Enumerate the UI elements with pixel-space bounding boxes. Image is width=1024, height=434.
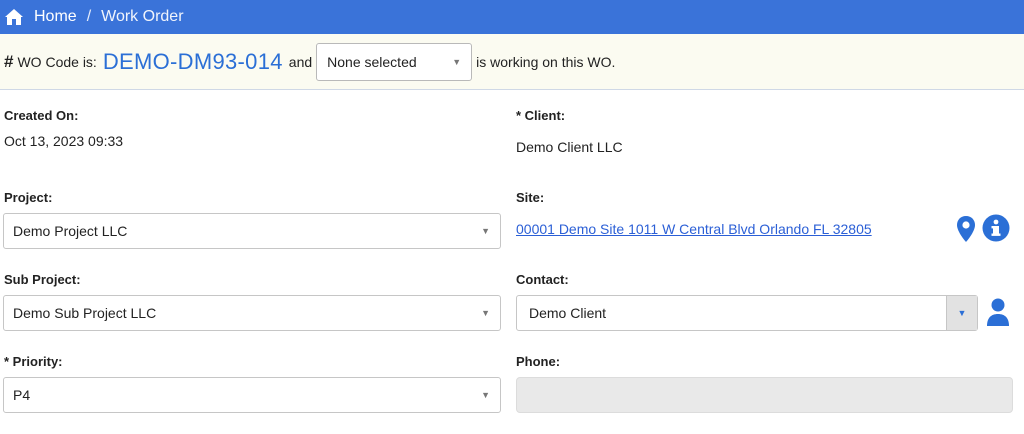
priority-label: * Priority: — [4, 354, 63, 369]
priority-select-value: P4 — [13, 387, 31, 403]
assignee-select[interactable]: None selected ▼ — [316, 42, 473, 81]
wo-and-text: and — [288, 53, 313, 70]
priority-select[interactable]: P4 ▼ — [3, 377, 501, 413]
breadcrumb: Home / Work Order — [0, 0, 1024, 34]
wo-code-bar: # WO Code is: DEMO-DM93-014 and None sel… — [0, 34, 1024, 90]
breadcrumb-home-link[interactable]: Home — [34, 8, 77, 26]
breadcrumb-separator: / — [86, 8, 92, 25]
map-pin-icon[interactable] — [956, 215, 976, 243]
chevron-down-icon: ▼ — [481, 308, 490, 318]
contact-label: Contact: — [516, 272, 569, 287]
sub-project-select[interactable]: Demo Sub Project LLC ▼ — [3, 295, 501, 331]
contact-select-value: Demo Client — [529, 305, 607, 321]
wo-code: DEMO-DM93-014 — [102, 48, 283, 74]
project-label: Project: — [4, 190, 53, 205]
project-select-value: Demo Project LLC — [13, 223, 128, 239]
phone-input — [516, 377, 1013, 413]
created-on-label: Created On: — [4, 108, 79, 123]
info-icon[interactable] — [982, 214, 1010, 242]
sub-project-label: Sub Project: — [4, 272, 81, 287]
assignee-select-value: None selected — [327, 53, 417, 70]
created-on-value: Oct 13, 2023 09:33 — [4, 133, 124, 149]
client-label: * Client: — [516, 108, 566, 123]
chevron-down-icon: ▼ — [481, 226, 490, 236]
wo-code-prefix: WO Code is: — [17, 53, 97, 70]
site-link[interactable]: 00001 Demo Site 1011 W Central Blvd Orla… — [516, 221, 872, 237]
contact-select[interactable]: Demo Client ▼ — [516, 295, 978, 331]
hash-icon: # — [4, 51, 14, 71]
client-value: Demo Client LLC — [516, 139, 623, 155]
chevron-down-icon: ▼ — [481, 390, 490, 400]
breadcrumb-current: Work Order — [101, 8, 184, 25]
site-label: Site: — [516, 190, 545, 205]
home-icon[interactable] — [4, 8, 24, 26]
phone-label: Phone: — [516, 354, 561, 369]
sub-project-select-value: Demo Sub Project LLC — [13, 305, 157, 321]
project-select[interactable]: Demo Project LLC ▼ — [3, 213, 501, 249]
wo-suffix: is working on this WO. — [476, 53, 616, 70]
user-icon[interactable] — [986, 297, 1010, 327]
chevron-down-icon: ▼ — [452, 56, 462, 67]
chevron-down-icon[interactable]: ▼ — [946, 296, 977, 330]
